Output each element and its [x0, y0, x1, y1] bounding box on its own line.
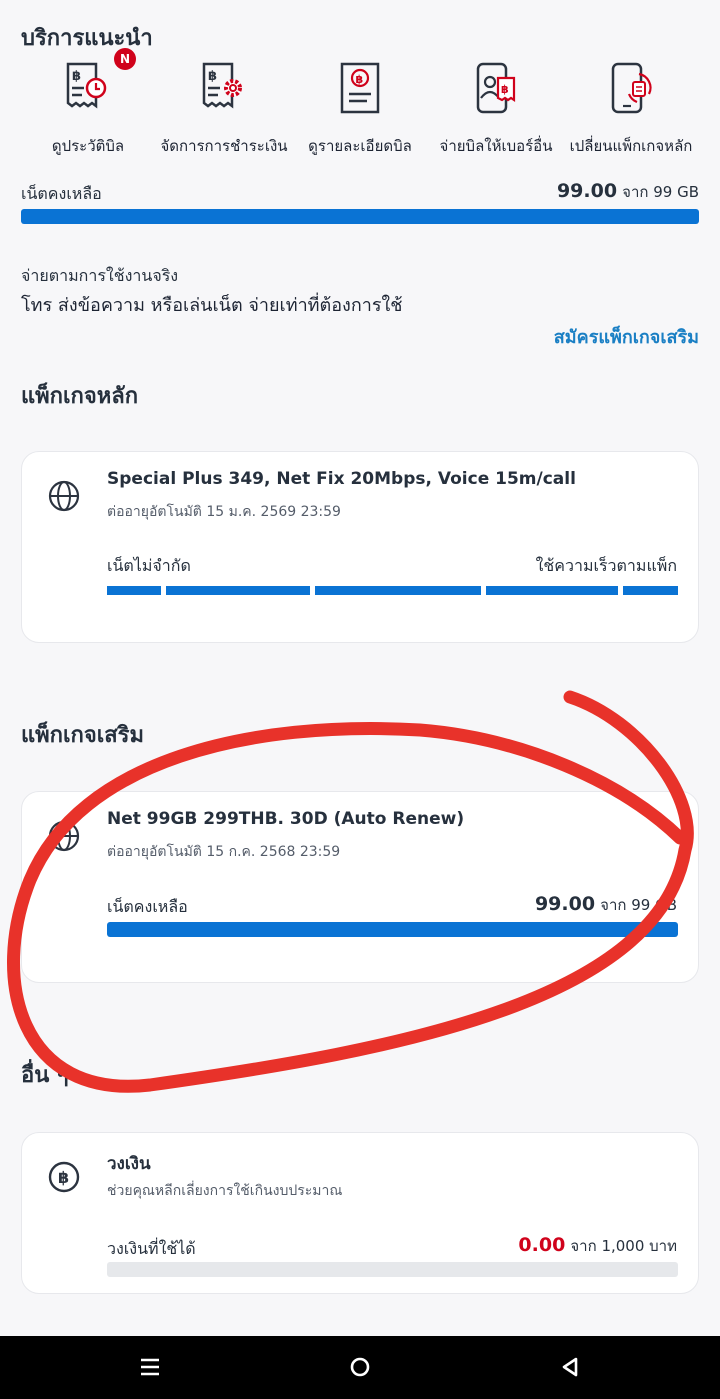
net-remaining-of: จาก 99 GB	[622, 183, 699, 201]
svg-text:฿: ฿	[58, 1168, 69, 1187]
net-remaining-bar	[21, 209, 699, 224]
globe-icon	[47, 819, 81, 853]
system-nav-bar	[0, 1336, 720, 1399]
service-label: เปลี่ยนแพ็กเกจหลัก	[569, 137, 693, 155]
bar-segment	[107, 586, 161, 595]
service-bill-detail[interactable]: ฿ ดูรายละเอียดบิล	[290, 58, 430, 158]
credit-limit-card[interactable]: ฿ วงเงิน ช่วยคุณหลีกเลี่ยงการใช้เกินงบปร…	[21, 1132, 699, 1294]
bill-detail-icon: ฿	[330, 58, 390, 118]
credit-available-label: วงเงินที่ใช้ได้	[107, 1239, 196, 1258]
addon-remaining-value: 99.00 จาก 99 GB	[535, 893, 677, 917]
payg-title: จ่ายตามการใช้งานจริง	[21, 266, 179, 285]
menu-icon[interactable]	[135, 1352, 165, 1382]
credit-subtitle: ช่วยคุณหลีกเลี่ยงการใช้เกินงบประมาณ	[107, 1183, 343, 1199]
credit-available-amount: 0.00	[518, 1234, 566, 1256]
svg-text:฿: ฿	[356, 73, 364, 86]
credit-bar	[107, 1262, 678, 1277]
main-package-card[interactable]: Special Plus 349, Net Fix 20Mbps, Voice …	[21, 451, 699, 643]
payg-description: โทร ส่งข้อความ หรือเล่นเน็ต จ่ายเท่าที่ต…	[21, 295, 403, 316]
addon-remaining-bar	[107, 922, 678, 937]
pay-other-number-icon: ฿	[466, 58, 526, 118]
back-icon[interactable]	[555, 1352, 585, 1382]
change-main-package-icon	[601, 58, 661, 118]
addon-package-card[interactable]: Net 99GB 299THB. 30D (Auto Renew) ต่ออาย…	[21, 791, 699, 983]
globe-icon	[47, 479, 81, 513]
service-payment-settings[interactable]: ฿ จัดการการชำระเงิน	[154, 58, 294, 158]
service-bill-history[interactable]: ฿ N ดูประวัติบิล	[18, 48, 158, 158]
main-package-renew: ต่ออายุอัตโนมัติ 15 ม.ค. 2569 23:59	[107, 504, 341, 520]
credit-available-of: จาก 1,000 บาท	[570, 1237, 677, 1255]
payment-settings-icon: ฿	[194, 58, 254, 118]
service-label: จัดการการชำระเงิน	[160, 137, 288, 155]
unlimited-label: เน็ตไม่จำกัด	[107, 556, 191, 575]
addon-package-renew: ต่ออายุอัตโนมัติ 15 ก.ค. 2568 23:59	[107, 844, 341, 860]
baht-coin-icon: ฿	[47, 1160, 81, 1194]
credit-available-value: 0.00 จาก 1,000 บาท	[518, 1234, 677, 1258]
services-row: ฿ N ดูประวัติบิล ฿ จัดการการชำระเงิน ฿ ด…	[0, 48, 720, 158]
home-icon[interactable]	[345, 1352, 375, 1382]
net-remaining-label: เน็ตคงเหลือ	[21, 184, 102, 203]
addon-signup-link[interactable]: สมัครแพ็กเกจเสริม	[554, 322, 699, 351]
service-change-main-package[interactable]: เปลี่ยนแพ็กเกจหลัก	[561, 58, 701, 158]
services-title: บริการแนะนำ	[21, 26, 153, 51]
main-package-title: แพ็กเกจหลัก	[21, 384, 139, 409]
addon-package-title: แพ็กเกจเสริม	[21, 723, 144, 748]
bill-history-icon: ฿ N	[58, 48, 136, 118]
svg-text:฿: ฿	[208, 69, 217, 84]
net-remaining-value: 99.00 จาก 99 GB	[557, 180, 699, 204]
addon-remaining-amount: 99.00	[534, 893, 596, 915]
speed-label: ใช้ความเร็วตามแพ็ก	[535, 556, 677, 575]
net-remaining-fill	[21, 209, 699, 224]
others-title: อื่น ๆ	[21, 1063, 69, 1088]
bar-segment	[315, 586, 481, 595]
addon-remaining-label: เน็ตคงเหลือ	[107, 897, 188, 916]
addon-remaining-of: จาก 99 GB	[600, 896, 677, 914]
addon-remaining-fill	[107, 922, 678, 937]
svg-text:฿: ฿	[501, 83, 509, 96]
bar-segment	[486, 586, 618, 595]
new-badge: N	[114, 48, 136, 70]
credit-title: วงเงิน	[107, 1154, 151, 1174]
unlimited-segment-bar	[107, 586, 678, 595]
service-label: จ่ายบิลให้เบอร์อื่น	[439, 137, 553, 155]
main-package-name: Special Plus 349, Net Fix 20Mbps, Voice …	[107, 469, 576, 489]
net-remaining-amount: 99.00	[556, 180, 618, 202]
service-label: ดูรายละเอียดบิล	[308, 137, 412, 155]
bar-segment	[623, 586, 678, 595]
service-label: ดูประวัติบิล	[51, 137, 125, 155]
service-pay-other-number[interactable]: ฿ จ่ายบิลให้เบอร์อื่น	[426, 58, 566, 158]
addon-package-name: Net 99GB 299THB. 30D (Auto Renew)	[107, 809, 465, 829]
svg-text:฿: ฿	[72, 69, 81, 84]
bar-segment	[166, 586, 310, 595]
